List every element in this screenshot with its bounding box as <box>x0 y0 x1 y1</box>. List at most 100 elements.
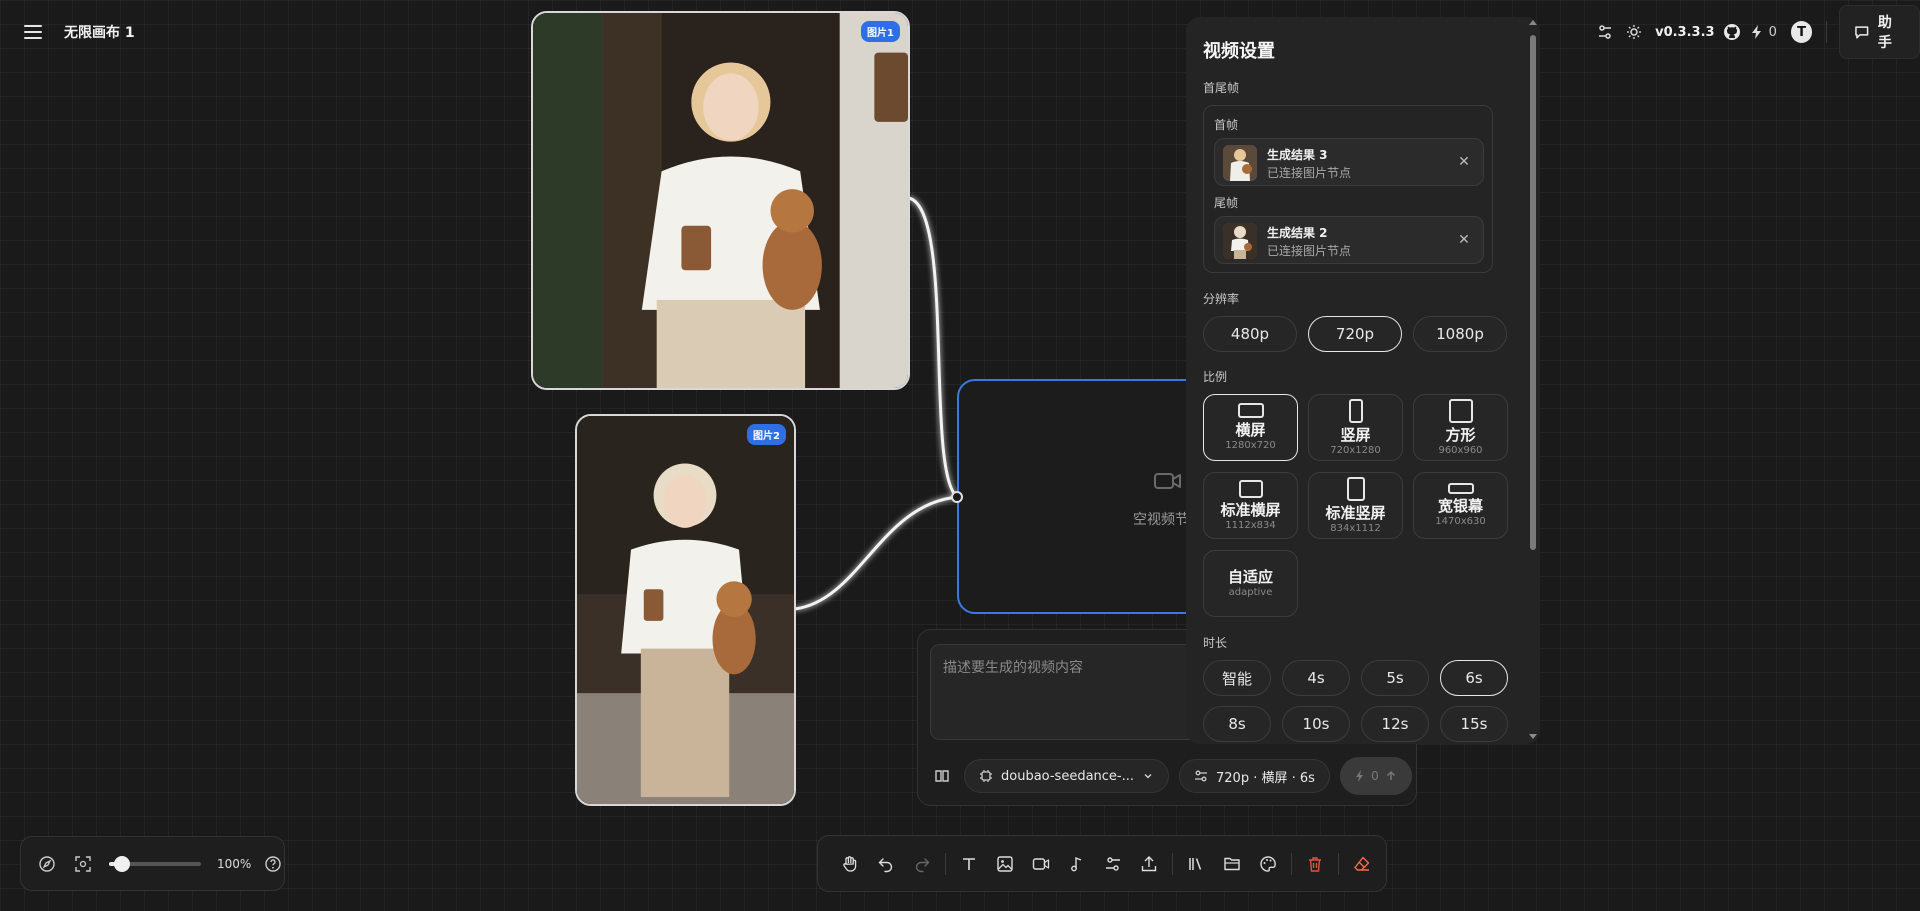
ratio-square[interactable]: 方形 960x960 <box>1413 394 1508 461</box>
first-frame-card[interactable]: 生成结果 3 已连接图片节点 ✕ <box>1214 138 1484 186</box>
first-frame-name: 生成结果 3 <box>1267 148 1328 162</box>
video-input-port[interactable] <box>951 491 963 503</box>
image-node-1[interactable]: 图片1 <box>531 11 910 390</box>
send-button[interactable]: 0 <box>1339 757 1412 795</box>
frames-section-label: 首尾帧 <box>1203 81 1240 95</box>
video-camera-icon <box>1154 471 1182 491</box>
compass-icon[interactable] <box>37 854 57 874</box>
zoom-slider[interactable] <box>109 855 201 872</box>
duration-6s[interactable]: 6s <box>1440 660 1508 696</box>
duration-10s[interactable]: 10s <box>1282 706 1350 742</box>
ratio-portrait[interactable]: 竖屏 720x1280 <box>1308 394 1403 461</box>
image-node-2[interactable]: 图片2 <box>575 414 796 806</box>
scroll-up-icon <box>1529 20 1537 25</box>
arrow-up-icon <box>1386 770 1395 780</box>
square-shape-icon <box>1448 398 1473 423</box>
scroll-thumb[interactable] <box>1530 35 1536 550</box>
divider <box>1291 852 1292 875</box>
ratio-name: 自适应 <box>1227 568 1273 586</box>
model-name: doubao-seedance-... <box>1001 768 1135 784</box>
ratio-name: 方形 <box>1445 425 1476 444</box>
ratio-size: adaptive <box>1228 587 1273 598</box>
ratio-size: 720x1280 <box>1330 444 1381 456</box>
scroll-down-icon <box>1529 734 1537 739</box>
duration-5s[interactable]: 5s <box>1361 660 1429 696</box>
image-tool-icon[interactable] <box>987 846 1023 882</box>
video-settings-summary[interactable]: 720p · 横屏 · 6s <box>1179 759 1330 793</box>
ratio-widescreen[interactable]: 宽银幕 1470x630 <box>1413 472 1508 539</box>
photo-woman-with-dog-1 <box>533 13 908 388</box>
zoom-percent: 100% <box>217 856 252 871</box>
divider <box>945 852 946 875</box>
chip-icon <box>980 770 992 782</box>
zoom-toolbar: 100% <box>20 836 285 891</box>
image-tag: 图片2 <box>747 424 786 445</box>
hand-icon[interactable] <box>832 846 868 882</box>
ratio-name: 标准横屏 <box>1220 500 1281 519</box>
duration-15s[interactable]: 15s <box>1440 706 1508 742</box>
ratio-standard-portrait[interactable]: 标准竖屏 834x1112 <box>1308 472 1403 539</box>
palette-icon[interactable] <box>1250 846 1286 882</box>
duration-smart[interactable]: 智能 <box>1203 660 1271 696</box>
landscape-shape-icon <box>1237 403 1264 418</box>
help-icon[interactable] <box>263 854 283 874</box>
folder-icon[interactable] <box>1214 846 1250 882</box>
close-icon[interactable]: ✕ <box>1455 153 1473 171</box>
ratio-standard-landscape[interactable]: 标准横屏 1112x834 <box>1203 472 1298 539</box>
ratio-size: 834x1112 <box>1330 522 1381 534</box>
ratio-size: 960x960 <box>1438 444 1483 456</box>
adjust-icon <box>1195 770 1208 782</box>
text-tool-icon[interactable] <box>951 846 987 882</box>
last-frame-thumbnail <box>1223 223 1257 259</box>
last-frame-label: 尾帧 <box>1214 196 1239 210</box>
resolution-1080p[interactable]: 1080p <box>1413 316 1507 352</box>
close-icon[interactable]: ✕ <box>1455 231 1473 249</box>
duration-4s[interactable]: 4s <box>1282 660 1350 696</box>
image-tag: 图片1 <box>861 21 900 42</box>
ratio-size: 1112x834 <box>1225 519 1276 531</box>
ratio-size: 1470x630 <box>1435 516 1486 527</box>
edge-image2-to-video <box>794 495 958 611</box>
fit-view-icon[interactable] <box>73 854 93 874</box>
first-frame-desc: 已连接图片节点 <box>1267 166 1352 180</box>
photo-woman-with-dog-2 <box>577 416 794 804</box>
last-frame-name: 生成结果 2 <box>1267 226 1328 240</box>
book-icon[interactable] <box>930 764 954 788</box>
resolution-480p[interactable]: 480p <box>1203 316 1297 352</box>
video-settings-panel: 视频设置 首尾帧 首帧 生成结果 3 已连接图片节点 ✕ 尾帧 生成结果 2 已… <box>1186 17 1540 744</box>
portrait-shape-icon <box>1348 398 1363 423</box>
zoom-slider-knob[interactable] <box>114 855 130 872</box>
resolution-720p[interactable]: 720p <box>1308 316 1402 352</box>
last-frame-desc: 已连接图片节点 <box>1267 244 1352 258</box>
first-frame-label: 首帧 <box>1214 118 1239 132</box>
duration-8s[interactable]: 8s <box>1203 706 1271 742</box>
model-selector[interactable]: doubao-seedance-... <box>964 759 1170 793</box>
widescreen-shape-icon <box>1447 483 1474 494</box>
duration-12s[interactable]: 12s <box>1361 706 1429 742</box>
redo-icon[interactable] <box>904 846 940 882</box>
trash-icon[interactable] <box>1297 846 1333 882</box>
settings-scrollbar[interactable] <box>1527 17 1539 744</box>
ratio-name: 宽银幕 <box>1437 497 1483 515</box>
frames-box: 首帧 生成结果 3 已连接图片节点 ✕ 尾帧 生成结果 2 已连接图片节点 ✕ <box>1203 105 1493 273</box>
music-tool-icon[interactable] <box>1059 846 1095 882</box>
edge-image1-to-video <box>908 196 959 499</box>
settings-summary-text: 720p · 横屏 · 6s <box>1216 770 1315 786</box>
upload-icon[interactable] <box>1131 846 1167 882</box>
ratio-landscape[interactable]: 横屏 1280x720 <box>1203 394 1298 461</box>
last-frame-card[interactable]: 生成结果 2 已连接图片节点 ✕ <box>1214 216 1484 264</box>
lightning-icon <box>1356 770 1364 782</box>
ratio-name: 竖屏 <box>1340 425 1371 444</box>
adjust-tool-icon[interactable] <box>1095 846 1131 882</box>
settings-title: 视频设置 <box>1203 41 1275 62</box>
video-node-label: 空视频节 <box>1133 512 1189 528</box>
video-tool-icon[interactable] <box>1023 846 1059 882</box>
undo-icon[interactable] <box>868 846 904 882</box>
ratio-adaptive[interactable]: 自适应 adaptive <box>1203 550 1298 617</box>
ratio-size: 1280x720 <box>1225 440 1276 451</box>
divider <box>1338 852 1339 875</box>
library-icon[interactable] <box>1178 846 1214 882</box>
send-credits: 0 <box>1371 769 1379 783</box>
ratio-name: 横屏 <box>1235 421 1266 439</box>
eraser-icon[interactable] <box>1344 846 1380 882</box>
